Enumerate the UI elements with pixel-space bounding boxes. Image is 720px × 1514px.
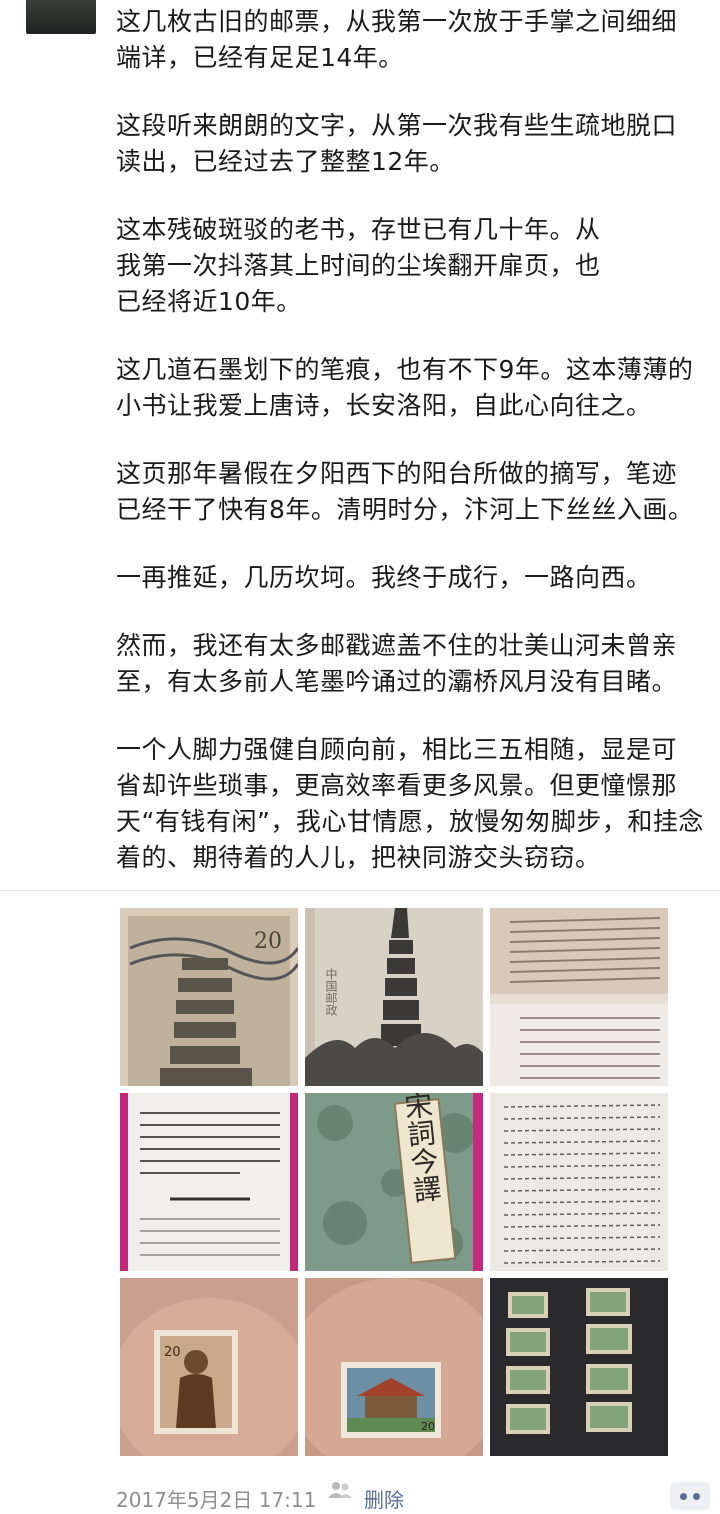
- stamp-value-text: 20: [254, 929, 282, 954]
- photo-book-pages[interactable]: [490, 908, 668, 1086]
- post-footer: 2017年5月2日 17:11 删除: [116, 1482, 716, 1514]
- visibility-people-icon: [328, 1482, 352, 1498]
- stamp-value-text: 20: [421, 1420, 435, 1433]
- stamp-value-text: 20: [164, 1345, 181, 1360]
- delete-link[interactable]: 删除: [364, 1484, 404, 1513]
- post-text: 这几枚古旧的邮票，从我第一次放于手掌之间细细 端详，已经有足足14年。 这段听来…: [116, 0, 706, 908]
- photo-handwritten-page[interactable]: [490, 1093, 668, 1271]
- post-paragraph: 一个人脚力强健自顾向前，相比三五相随，显是可 省却许些琐事，更高效率看更多风景。…: [116, 735, 704, 872]
- post-paragraph: 这几道石墨划下的笔痕，也有不下9年。这本薄薄的 小书让我爱上唐诗，长安洛阳，自此…: [116, 355, 694, 420]
- photo-grid: 20 中国邮政 唐宋詞今譯 20 20: [120, 908, 668, 1456]
- post-paragraph: 一再推延，几历坎坷。我终于成行，一路向西。: [116, 563, 652, 592]
- stamp-country-text: 中国邮政: [324, 967, 338, 1017]
- comment-more-button[interactable]: [670, 1482, 710, 1510]
- photo-tower-stamp[interactable]: 中国邮政: [305, 908, 483, 1086]
- divider: [0, 890, 720, 891]
- post-paragraph: 这段听来朗朗的文字，从第一次我有些生疏地脱口 读出，已经过去了整整12年。: [116, 111, 678, 176]
- photo-book-cover[interactable]: 唐宋詞今譯: [305, 1093, 483, 1271]
- post-paragraph: 这页那年暑假在夕阳西下的阳台所做的摘写，笔迹 已经干了快有8年。清明时分，汴河上…: [116, 459, 694, 524]
- post-paragraph: 这本残破斑驳的老书，存世已有几十年。从 我第一次抖落其上时间的尘埃翻开扉页，也 …: [116, 215, 601, 316]
- photo-open-book[interactable]: [120, 1093, 298, 1271]
- post-paragraph: 这几枚古旧的邮票，从我第一次放于手掌之间细细 端详，已经有足足14年。: [116, 7, 678, 72]
- photo-pagoda-stamp[interactable]: 20: [120, 908, 298, 1086]
- post-timestamp: 2017年5月2日 17:11: [116, 1488, 317, 1512]
- photo-stamp-in-hand-portrait[interactable]: 20: [120, 1278, 298, 1456]
- photo-stamp-album[interactable]: [490, 1278, 668, 1456]
- photo-stamp-in-hand-temple[interactable]: 20: [305, 1278, 483, 1456]
- avatar[interactable]: [26, 0, 96, 34]
- post-paragraph: 然而，我还有太多邮戳遮盖不住的壮美山河未曾亲 至，有太多前人笔墨吟诵过的灞桥风月…: [116, 631, 678, 696]
